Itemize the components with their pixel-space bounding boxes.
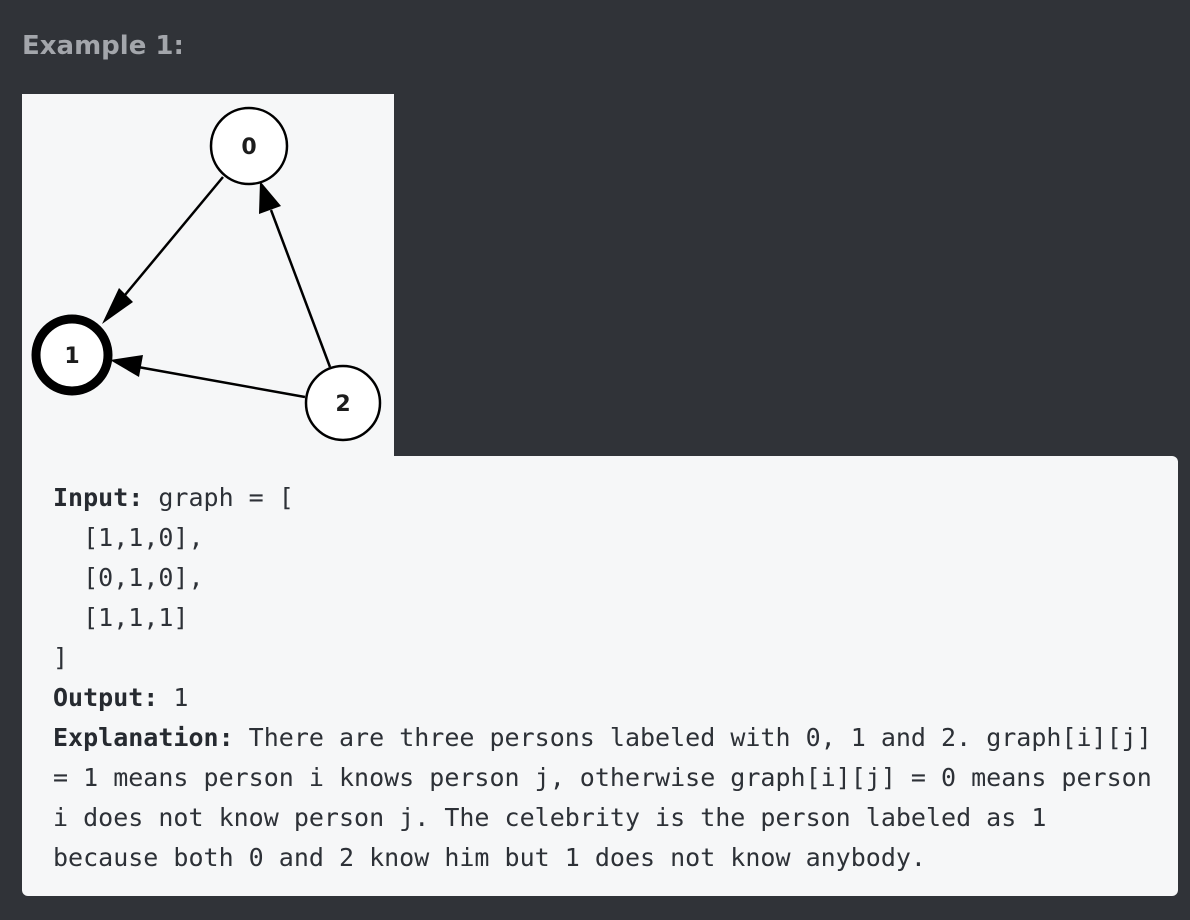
graph-diagram: 0 1 2 [31,106,382,442]
example-code-block: Input: graph = [ [1,1,0], [0,1,0], [1,1,… [22,456,1178,896]
node-2-label: 2 [335,392,350,417]
input-line: [0,1,0], [53,563,204,592]
example-heading: Example 1: [22,31,184,61]
edge-2-to-0 [259,181,332,368]
output-label: Output: [53,683,159,712]
explanation-label: Explanation: [53,723,234,752]
input-line: [1,1,1] [53,603,189,632]
node-1-celebrity: 1 [31,314,113,396]
node-1-label: 1 [64,344,79,369]
edge-0-to-1 [102,176,224,324]
node-0: 0 [209,106,289,186]
graph-figure: 0 1 2 [22,94,394,456]
input-line: [1,1,0], [53,523,204,552]
node-0-label: 0 [241,135,256,160]
output-value: 1 [158,683,189,712]
node-2: 2 [304,364,382,442]
edge-2-to-1 [110,355,306,399]
input-line: ] [53,643,69,672]
input-label: Input: [53,483,144,512]
input-line: graph = [ [143,483,294,512]
